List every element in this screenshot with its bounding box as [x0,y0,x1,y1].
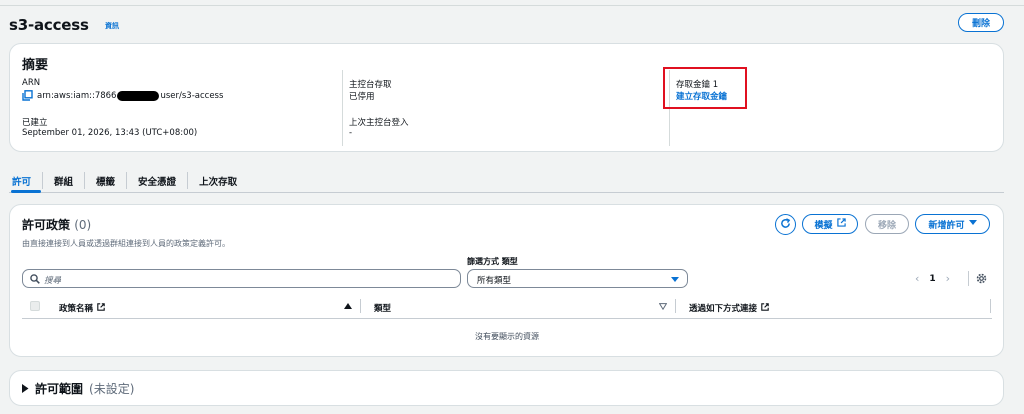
column-type[interactable]: 類型 [374,302,391,314]
simulate-button[interactable]: 模擬 [802,214,858,234]
copy-icon[interactable] [22,90,33,101]
column-divider [360,299,361,313]
summary-divider [342,70,343,146]
summary-heading: 摘要 [22,58,49,73]
select-all-checkbox[interactable] [30,301,40,311]
column-policy-name[interactable]: 政策名稱 [59,302,105,314]
tab-divider [9,192,1004,193]
refresh-icon [780,217,791,232]
external-link-icon [836,218,846,230]
highlight-box [663,67,747,109]
tab-groups[interactable]: 群組 [42,172,84,189]
tab-permissions[interactable]: 許可 [12,172,42,189]
redacted-mark [117,90,160,101]
column-policy-name-label: 政策名稱 [59,304,94,314]
tab-security-credentials[interactable]: 安全憑證 [126,172,187,189]
column-divider [675,299,676,313]
console-access-value: 已停用 [349,92,375,102]
page-number[interactable]: 1 [929,274,935,284]
type-select-value: 所有類型 [477,276,512,286]
caret-right-icon [22,382,29,396]
refresh-button[interactable] [775,214,796,235]
tab-bar: 許可 群組 標籤 安全憑證 上次存取 [12,172,248,189]
tab-tags[interactable]: 標籤 [84,172,126,189]
delete-button-label: 刪除 [971,19,990,29]
filter-label: 篩選方式 類型 [467,257,518,266]
sort-ascending-icon[interactable] [344,303,352,313]
permissions-boundary-title: 許可範圍 [35,382,84,396]
permissions-description: 由直接連接到人員或透過群組連接到人員的政策定義許可。 [22,239,230,248]
top-divider [0,5,1024,6]
column-attached-via[interactable]: 透過如下方式連接 [689,302,769,314]
page-title: s3-access [9,16,89,34]
column-divider [990,299,991,313]
arn-value: arn:aws:iam::7866 user/s3-access [22,90,223,101]
empty-message: 沒有要顯示的資源 [475,332,539,341]
caret-down-icon [968,219,977,229]
search-input[interactable]: 搜尋 [22,269,461,288]
external-link-icon [761,302,769,314]
search-icon [30,274,40,287]
permissions-title: 許可政策 [22,218,71,232]
add-permissions-label: 新增許可 [928,220,965,231]
created-value: September 01, 2026, 13:43 (UTC+08:00) [22,128,198,138]
last-login-value: - [349,128,353,138]
simulate-button-label: 模擬 [814,220,833,231]
type-select[interactable]: 所有類型 [467,269,688,288]
permissions-boundary-status: (未設定) [89,382,135,396]
console-access-label: 主控台存取 [349,80,392,90]
sort-icon[interactable] [658,303,668,313]
arn-label: ARN [22,78,41,88]
remove-button-label: 移除 [877,220,896,231]
created-label: 已建立 [22,118,48,128]
chevron-left-icon[interactable]: ‹ [915,272,919,285]
gear-icon[interactable] [976,273,987,287]
add-permissions-button[interactable]: 新增許可 [915,214,990,234]
column-attached-via-label: 透過如下方式連接 [689,304,758,314]
table-header-divider [22,318,992,319]
delete-button[interactable]: 刪除 [958,13,1004,32]
permissions-heading: 許可政策 (0) [22,216,91,233]
caret-down-icon [671,276,679,286]
remove-button[interactable]: 移除 [865,214,909,234]
info-link[interactable]: 資訊 [105,21,119,31]
active-tab-indicator [11,190,41,193]
chevron-right-icon[interactable]: › [946,272,950,285]
external-link-icon [97,302,105,314]
tab-last-accessed[interactable]: 上次存取 [187,172,248,189]
pagination: ‹ 1 › [915,272,950,285]
arn-prefix: arn:aws:iam::7866 [37,90,117,101]
last-login-label: 上次主控台登入 [349,118,409,128]
search-placeholder: 搜尋 [44,276,62,286]
permissions-boundary-card[interactable] [9,370,1004,406]
permissions-count: (0) [74,218,92,232]
permissions-boundary-header[interactable]: 許可範圍 (未設定) [22,380,134,397]
arn-suffix: user/s3-access [160,90,224,101]
pagination-divider [968,271,969,286]
